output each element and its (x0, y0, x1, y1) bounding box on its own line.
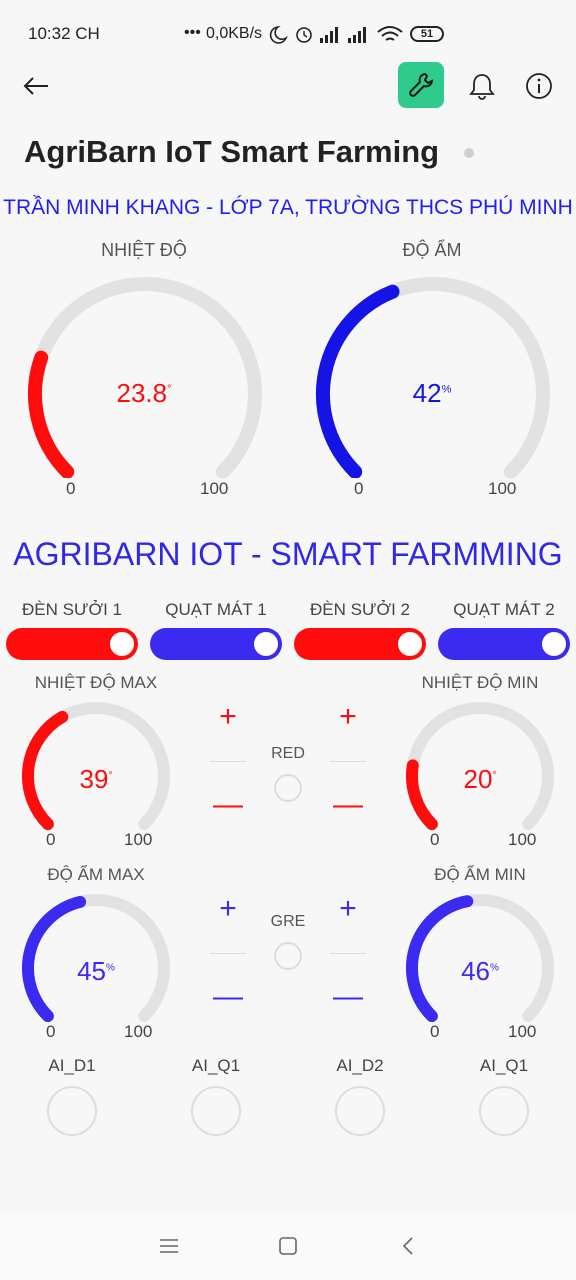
gauge-temperature-min: 0 (66, 479, 76, 498)
switch-label-heater-2: ĐÈN SƯỞI 2 (310, 600, 410, 619)
gauge-temp-max (21, 702, 170, 830)
gauge-temp-min-value: 20° (463, 764, 497, 794)
gauge-temp-max-max: 100 (124, 830, 153, 849)
gauge-temperature-max: 100 (200, 479, 229, 498)
gauge-temp-min (406, 702, 554, 830)
switch-fan-1[interactable] (150, 628, 282, 660)
wrench-icon (409, 72, 434, 97)
hum-max-decrease-button[interactable]: — (208, 982, 248, 1012)
info-button[interactable] (515, 62, 563, 110)
hum-max-increase-button[interactable]: + (208, 894, 248, 924)
notifications-button[interactable] (458, 62, 506, 110)
divider (330, 953, 366, 954)
gauge-humidity (315, 277, 550, 478)
settings-button[interactable] (398, 62, 444, 108)
menu-icon[interactable] (158, 1236, 180, 1256)
gauge-hum-min-min: 0 (430, 1022, 440, 1041)
status-icons (269, 25, 403, 44)
ai-indicator-q1 (191, 1086, 241, 1136)
gauge-hum-max (22, 894, 170, 1022)
gauge-humidity-value: 42% (412, 378, 452, 408)
gauge-temperature-label: NHIỆT ĐỘ (101, 240, 187, 260)
gauge-hum-min (405, 894, 554, 1022)
info-icon (526, 73, 552, 99)
divider (210, 953, 246, 954)
gauge-hum-min-label: ĐỘ ẨM MIN (434, 865, 526, 884)
hum-min-decrease-button[interactable]: — (328, 982, 368, 1012)
moon-icon (269, 25, 288, 44)
switch-knob (254, 632, 278, 656)
switch-knob (398, 632, 422, 656)
gauge-humidity-min: 0 (354, 479, 364, 498)
battery-indicator: 51 (410, 26, 444, 42)
switch-label-fan-1: QUẠT MÁT 1 (165, 600, 267, 619)
gauge-temp-min-max: 100 (508, 830, 537, 849)
switch-heater-2[interactable] (294, 628, 426, 660)
switch-heater-1[interactable] (6, 628, 138, 660)
ai-indicator-q1-2 (479, 1086, 529, 1136)
gauge-hum-max-label: ĐỘ ẨM MAX (47, 865, 145, 884)
gauge-temperature-value: 23.8° (116, 378, 172, 408)
temp-max-increase-button[interactable]: + (208, 702, 248, 732)
home-icon[interactable] (278, 1236, 298, 1256)
signal-icon (320, 27, 366, 43)
switch-knob (542, 632, 566, 656)
ai-label-q1-2: AI_Q1 (479, 1056, 529, 1075)
hum-min-increase-button[interactable]: + (328, 894, 368, 924)
divider (330, 761, 366, 762)
gauge-hum-min-max: 100 (508, 1022, 537, 1041)
divider (210, 761, 246, 762)
page-title: AgriBarn IoT Smart Farming (24, 134, 440, 169)
gauge-temp-min-min: 0 (430, 830, 440, 849)
gauge-fill (28, 350, 75, 478)
gauge-hum-max-value: 45% (77, 956, 115, 986)
bell-icon (469, 74, 495, 100)
temp-min-increase-button[interactable]: + (328, 702, 368, 732)
status-time: 10:32 CH (28, 24, 100, 43)
switch-fan-2[interactable] (438, 628, 570, 660)
gauge-temperature (28, 277, 262, 478)
switch-label-fan-2: QUẠT MÁT 2 (453, 600, 555, 619)
section-title: AGRIBARN IOT - SMART FARMMING (13, 536, 563, 572)
gauge-temp-min-label: NHIỆT ĐỘ MIN (421, 673, 539, 692)
gauge-temp-max-min: 0 (46, 830, 56, 849)
led-red-label: RED (271, 745, 305, 762)
led-green-indicator (274, 942, 302, 970)
switch-knob (110, 632, 134, 656)
temp-max-decrease-button[interactable]: — (208, 790, 248, 820)
ai-label-d1: AI_D1 (48, 1056, 96, 1075)
status-bar: 10:32 CH ••• 0,0KB/s 51 (0, 0, 576, 68)
ai-indicator-d2 (335, 1086, 385, 1136)
gauge-humidity-label: ĐỘ ẨM (402, 240, 462, 260)
wifi-icon (377, 26, 403, 41)
gauge-fill (406, 759, 438, 830)
ai-label-d2: AI_D2 (336, 1056, 384, 1075)
gauge-humidity-max: 100 (488, 479, 517, 498)
network-speed: 0,0KB/s (206, 25, 263, 42)
back-nav-icon[interactable] (400, 1236, 416, 1256)
gauge-temp-max-value: 39° (79, 764, 113, 794)
temp-min-decrease-button[interactable]: — (328, 790, 368, 820)
arrow-left-icon (23, 77, 48, 95)
switch-label-heater-1: ĐÈN SƯỞI 1 (22, 600, 122, 619)
status-dot (464, 148, 474, 158)
gauge-hum-min-value: 46% (461, 956, 499, 986)
gauge-temp-max-label: NHIỆT ĐỘ MAX (34, 673, 158, 692)
gauge-hum-max-max: 100 (124, 1022, 153, 1041)
page-subtitle: TRẦN MINH KHANG - LỚP 7A, TRƯỜNG THCS PH… (3, 196, 573, 219)
gauge-hum-max-min: 0 (46, 1022, 56, 1041)
ai-indicator-d1 (47, 1086, 97, 1136)
status-dots: ••• (184, 24, 201, 41)
system-nav-bar (0, 1212, 576, 1280)
ai-label-q1: AI_Q1 (191, 1056, 241, 1075)
led-red-indicator (274, 774, 302, 802)
led-green-label: GRE (270, 913, 306, 930)
back-button[interactable] (12, 62, 60, 110)
